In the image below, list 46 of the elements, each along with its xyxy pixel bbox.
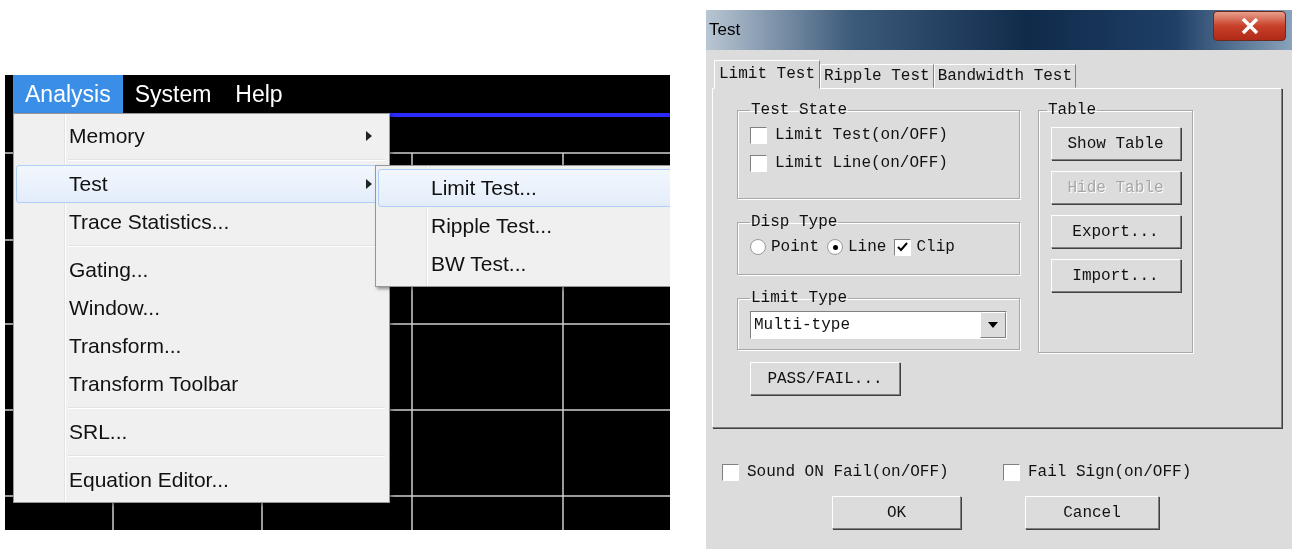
dropdown-arrow-icon [988,322,998,328]
menu-item[interactable]: BW Test... [378,245,670,283]
checkbox[interactable] [722,463,739,481]
checkbox[interactable] [750,126,767,144]
dialog-button[interactable]: OK [832,496,961,529]
menu-item[interactable]: Ripple Test... [378,207,670,245]
menu-item[interactable]: Memory [16,117,387,155]
window-title: Test [709,20,741,40]
menu-bar-item[interactable]: System [122,75,224,113]
submenu-arrow-icon [366,131,372,141]
menu-item[interactable]: Limit Test... [378,169,670,207]
radio-option[interactable]: Point [750,233,819,261]
checkbox[interactable] [1003,463,1020,481]
tab[interactable]: Limit Test [714,60,820,89]
checkbox-option[interactable]: Fail Sign(on/OFF) [1003,458,1284,486]
close-button[interactable] [1213,11,1286,41]
tab[interactable]: Bandwidth Test [933,64,1077,88]
dialog-button[interactable]: Cancel [1025,496,1159,529]
table-button[interactable]: Import... [1050,259,1181,292]
table-button[interactable]: Show Table [1050,127,1181,160]
group-title: Limit Type [750,289,848,307]
checkbox-option[interactable]: Clip [894,233,955,261]
checkbox[interactable] [894,238,912,256]
menu-item[interactable]: Equation Editor... [16,461,387,499]
menu-item[interactable]: Window... [16,289,387,327]
tab[interactable]: Ripple Test [820,64,934,88]
radio-option[interactable]: Line [827,233,887,261]
group-title: Table [1047,101,1097,119]
pass-fail-button[interactable]: PASS/FAIL... [750,362,900,395]
radio-button[interactable] [750,239,766,255]
group-title: Disp Type [750,213,839,231]
menu-item[interactable]: SRL... [16,413,387,451]
menu-item[interactable]: Transform... [16,327,387,365]
group-title: Test State [750,101,848,119]
close-icon [1240,18,1259,34]
menu-item[interactable]: Transform Toolbar [16,365,387,403]
checkbox[interactable] [750,154,767,172]
check-icon [897,242,909,252]
radio-button[interactable] [827,239,843,255]
dropdown[interactable]: Multi-type [750,311,1007,339]
checkbox-option[interactable]: Limit Line(on/OFF) [750,149,1007,177]
checkbox-option[interactable]: Limit Test(on/OFF) [750,121,1007,149]
submenu-arrow-icon [366,179,372,189]
table-button[interactable]: Export... [1050,215,1181,248]
checkbox-option[interactable]: Sound ON Fail(on/OFF) [722,458,1003,486]
menu-bar-item[interactable]: Help [223,75,295,113]
